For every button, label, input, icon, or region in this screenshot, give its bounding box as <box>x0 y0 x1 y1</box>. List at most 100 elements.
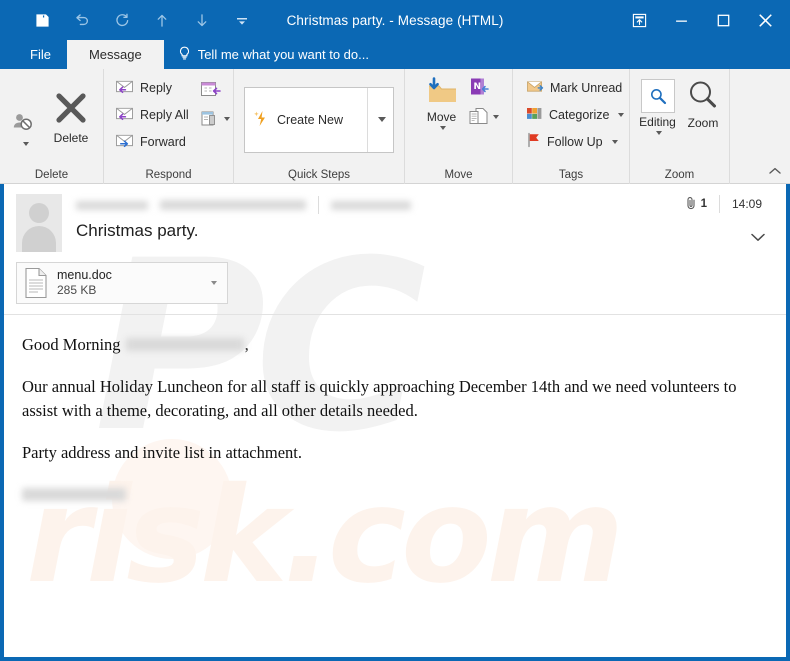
categorize-icon <box>526 106 543 124</box>
follow-up-caret[interactable] <box>611 139 618 144</box>
more-respond-caret[interactable] <box>223 117 230 121</box>
move-button[interactable]: Move <box>419 75 465 132</box>
attachment-item[interactable]: menu.doc 285 KB <box>16 262 228 304</box>
lightbulb-icon <box>178 46 191 64</box>
reply-all-button-label: Reply All <box>140 107 189 122</box>
avatar <box>16 194 62 252</box>
follow-up-button[interactable]: Follow Up <box>521 128 629 155</box>
ribbon-group-respond-label: Respond <box>145 169 192 181</box>
zoom-magnifier-icon <box>687 79 719 114</box>
ribbon-tab-strip: File Message Tell me what you want to do… <box>0 40 790 69</box>
title-bar: Christmas party. - Message (HTML) <box>0 0 790 40</box>
attachment-count-value: 1 <box>700 198 707 210</box>
follow-up-label: Follow Up <box>547 134 603 149</box>
collapse-ribbon-button[interactable] <box>768 163 782 181</box>
ribbon-group-move: Move N Move <box>405 69 513 184</box>
reply-button-label: Reply <box>140 80 172 95</box>
attachment-details: menu.doc 285 KB <box>57 268 195 299</box>
avatar-body <box>22 226 56 252</box>
outlook-message-window: Christmas party. - Message (HTML) File M… <box>0 0 790 661</box>
meeting-button[interactable] <box>200 80 230 104</box>
ribbon-group-delete: Delete Delete <box>0 69 104 184</box>
meta-divider <box>719 195 720 213</box>
ribbon: Delete Delete Reply Reply All Forward Re… <box>0 69 790 184</box>
tab-file[interactable]: File <box>14 40 67 69</box>
previous-item-icon[interactable] <box>142 5 182 35</box>
mark-unread-label: Mark Unread <box>550 80 623 95</box>
attachment-filesize: 285 KB <box>57 283 97 298</box>
junk-icon <box>12 111 38 136</box>
delete-button[interactable]: Delete <box>45 90 97 147</box>
attachment-filename: menu.doc <box>57 267 112 282</box>
rules-caret[interactable] <box>492 114 499 119</box>
sender-email <box>160 200 306 210</box>
message-header-details: Christmas party. 1 14:09 <box>62 194 774 252</box>
forward-icon <box>115 132 134 151</box>
reply-all-icon <box>115 105 134 124</box>
undo-icon[interactable] <box>62 5 102 35</box>
zoom-button-label: Zoom <box>687 116 719 130</box>
move-button-label: Move <box>426 110 457 124</box>
ribbon-group-respond: Reply Reply All Forward Respond <box>104 69 234 184</box>
window-controls <box>618 0 786 40</box>
paperclip-icon <box>686 196 697 213</box>
message-time: 14:09 <box>732 197 763 211</box>
categorize-button[interactable]: Categorize <box>521 101 629 128</box>
reply-button[interactable]: Reply <box>110 74 194 101</box>
message-body: Good Morning , Our annual Holiday Lunche… <box>4 315 786 507</box>
tab-message[interactable]: Message <box>66 40 164 69</box>
delete-button-label: Delete <box>53 131 89 145</box>
body-paragraph-2: Party address and invite list in attachm… <box>22 443 302 463</box>
ribbon-group-tags: Mark Unread Categorize Follow Up Tags <box>513 69 630 184</box>
recipient <box>331 200 411 210</box>
ribbon-group-quick-steps-label: Quick Steps <box>288 169 350 181</box>
message-meta: 1 14:09 <box>686 195 768 213</box>
redo-icon[interactable] <box>102 5 142 35</box>
follow-up-flag-icon <box>526 132 541 151</box>
mark-unread-button[interactable]: Mark Unread <box>521 74 629 101</box>
maximize-icon[interactable] <box>702 3 744 37</box>
rules-button[interactable] <box>468 107 499 126</box>
message-header: Christmas party. 1 14:09 <box>4 184 786 258</box>
sender-row <box>76 194 774 216</box>
attachment-zone: menu.doc 285 KB <box>4 258 786 315</box>
greeting-suffix: , <box>244 335 249 354</box>
minimize-icon[interactable] <box>660 3 702 37</box>
attachment-dropdown-caret[interactable] <box>203 281 221 285</box>
junk-button[interactable] <box>6 89 43 148</box>
onenote-button[interactable]: N <box>468 77 499 102</box>
signature-name <box>22 487 126 501</box>
categorize-caret[interactable] <box>618 112 625 117</box>
body-paragraph-1: Our annual Holiday Luncheon for all staf… <box>22 377 737 420</box>
save-icon[interactable] <box>22 5 62 35</box>
editing-icon <box>640 79 675 113</box>
zoom-button[interactable]: Zoom <box>683 77 723 132</box>
quick-steps-more-caret[interactable] <box>367 87 393 152</box>
svg-text:N: N <box>473 82 481 92</box>
move-dropdown-caret[interactable] <box>440 126 446 130</box>
close-icon[interactable] <box>744 3 786 37</box>
forward-button[interactable]: Forward <box>110 128 194 155</box>
tell-me-placeholder: Tell me what you want to do... <box>197 47 369 62</box>
categorize-label: Categorize <box>549 107 610 122</box>
create-new-quick-step[interactable]: Create New <box>245 88 367 152</box>
editing-caret[interactable] <box>656 131 662 135</box>
expand-header-chevron-down-icon[interactable] <box>750 230 766 248</box>
ribbon-group-tags-label: Tags <box>558 169 584 181</box>
mark-unread-icon <box>526 79 544 97</box>
ribbon-group-zoom-editing: Editing Zoom Zoom <box>630 69 730 184</box>
page-title: Christmas party. <box>76 221 199 240</box>
create-new-icon <box>253 110 270 130</box>
more-respond-button[interactable] <box>200 110 230 128</box>
ribbon-group-zoom-label: Zoom <box>664 169 695 181</box>
reading-pane-content: Christmas party. 1 14:09 menu.doc 285 KB… <box>4 184 786 507</box>
tell-me-search[interactable]: Tell me what you want to do... <box>164 40 379 69</box>
ribbon-display-options-icon[interactable] <box>618 3 660 37</box>
reply-all-button[interactable]: Reply All <box>110 101 194 128</box>
customize-quick-access-toolbar-icon[interactable] <box>222 5 262 35</box>
next-item-icon[interactable] <box>182 5 222 35</box>
body-signature <box>22 484 770 507</box>
junk-dropdown-caret[interactable] <box>23 142 29 146</box>
create-new-label: Create New <box>277 112 343 127</box>
editing-button[interactable]: Editing <box>636 77 679 137</box>
